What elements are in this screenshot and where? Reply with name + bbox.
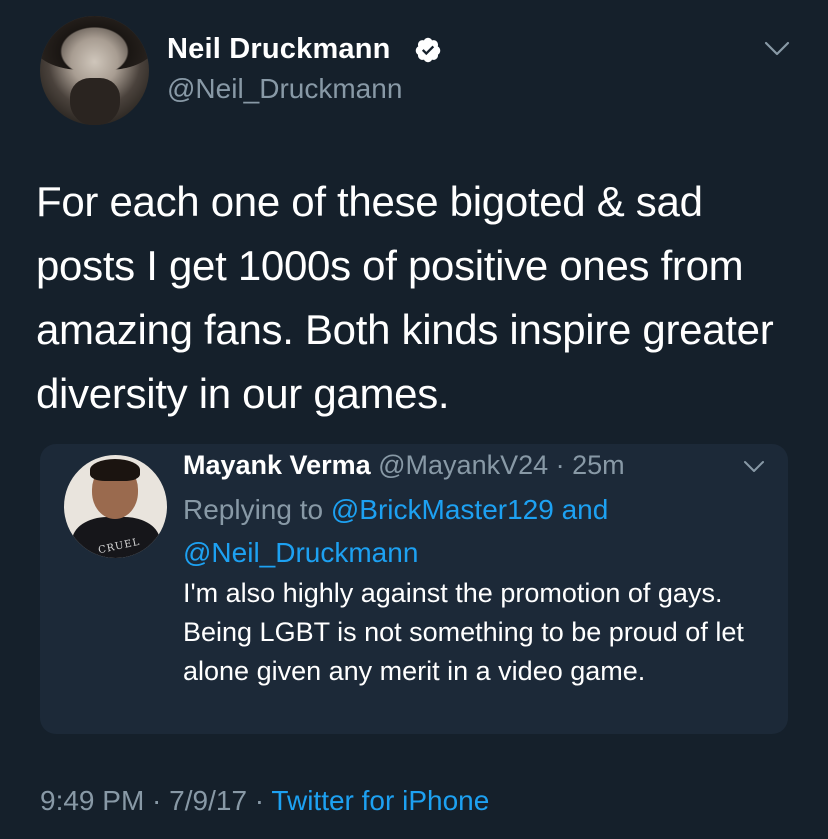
quoted-tweet-text: I'm also highly against the promotion of… xyxy=(183,578,744,686)
tweet-time: 9:49 PM xyxy=(40,785,145,816)
author-handle[interactable]: @Neil_Druckmann xyxy=(167,73,402,105)
source-link[interactable]: Twitter for iPhone xyxy=(271,785,489,816)
reply-mention-link[interactable]: @BrickMaster129 xyxy=(331,494,554,525)
reply-mention-link[interactable]: @Neil_Druckmann xyxy=(183,537,418,568)
quoted-author-handle[interactable]: @MayankV24 xyxy=(378,450,548,480)
avatar-hair xyxy=(40,16,149,70)
author-avatar[interactable] xyxy=(40,16,149,125)
replying-prefix: Replying to xyxy=(183,494,331,525)
tweet-text: For each one of these bigoted & sad post… xyxy=(36,178,774,417)
quoted-header: Mayank Verma @MayankV24 · 25m xyxy=(183,450,625,481)
quoted-timestamp[interactable]: 25m xyxy=(572,450,625,480)
replying-and: and xyxy=(553,494,609,525)
avatar-hair xyxy=(90,459,140,481)
verified-badge-icon xyxy=(415,37,441,63)
replying-to: Replying to @BrickMaster129 and @Neil_Dru… xyxy=(183,488,773,574)
footer-separator: · xyxy=(144,785,170,816)
avatar-beard xyxy=(70,78,120,125)
quoted-author-name[interactable]: Mayank Verma xyxy=(183,450,371,480)
tweet: Neil Druckmann @Neil_Druckmann For each … xyxy=(0,0,828,839)
quoted-separator: · xyxy=(548,450,573,480)
footer-separator: · xyxy=(247,785,272,816)
quoted-author-avatar[interactable]: CRUEL xyxy=(64,455,167,558)
chevron-down-icon[interactable] xyxy=(742,459,766,474)
chevron-down-icon[interactable] xyxy=(763,40,791,58)
quoted-tweet-card[interactable]: CRUEL Mayank Verma @MayankV24 · 25m Repl… xyxy=(40,444,788,734)
tweet-footer: 9:49 PM · 7/9/17 · Twitter for iPhone xyxy=(40,785,489,817)
author-display-name[interactable]: Neil Druckmann xyxy=(167,33,391,66)
tweet-date: 7/9/17 xyxy=(169,785,248,816)
